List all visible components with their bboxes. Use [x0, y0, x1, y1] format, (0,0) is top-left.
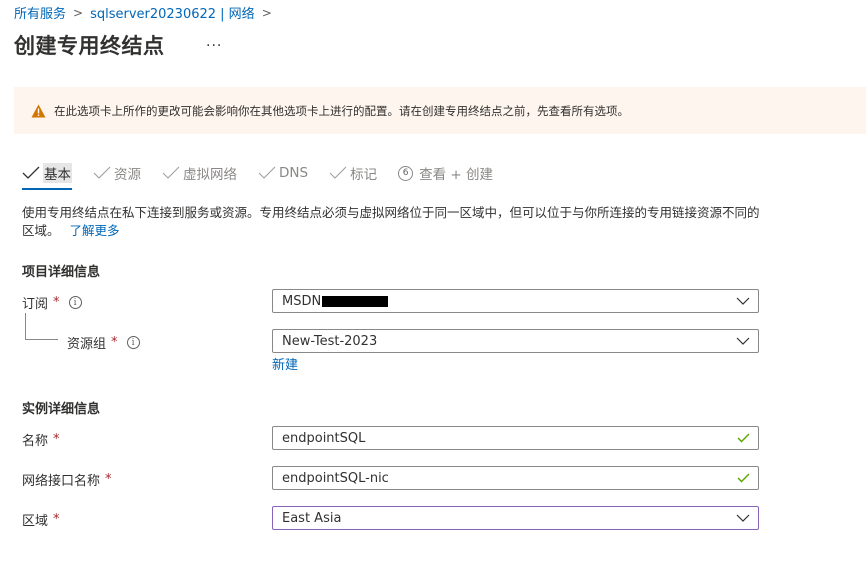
region-label: 区域 * — [22, 510, 60, 529]
region-value: East Asia — [282, 510, 342, 526]
resource-group-label-text: 资源组 — [67, 337, 107, 352]
name-input[interactable]: endpointSQL — [272, 426, 759, 450]
name-label: 名称 * — [22, 430, 60, 449]
nic-name-value: endpointSQL-nic — [282, 470, 389, 486]
chevron-down-icon — [736, 514, 750, 522]
tab-label: 虚拟网络 — [183, 167, 237, 183]
tree-connector — [25, 313, 58, 340]
chevron-down-icon — [736, 337, 750, 345]
tab-basics[interactable]: 基本 — [22, 161, 72, 190]
instance-details-heading: 实例详细信息 — [22, 402, 101, 417]
tab-label: 基本 — [43, 163, 72, 183]
tab-tags[interactable]: 标记 — [329, 161, 377, 185]
nic-name-label: 网络接口名称 * — [22, 470, 112, 489]
tab-label: 资源 — [114, 167, 141, 183]
description: 使用专用终结点在私下连接到服务或资源。专用终结点必须与虚拟网络位于同一区域中，但… — [22, 204, 767, 240]
resource-group-label: 资源组 * i — [67, 333, 140, 352]
info-icon[interactable]: i — [126, 336, 140, 349]
description-text: 使用专用终结点在私下连接到服务或资源。专用终结点必须与虚拟网络位于同一区域中，但… — [22, 205, 760, 238]
required-marker: * — [53, 512, 60, 527]
chevron-right-icon: > — [73, 5, 84, 20]
region-label-text: 区域 — [22, 514, 49, 529]
resource-group-value: New-Test-2023 — [282, 333, 378, 349]
chevron-right-icon: > — [261, 5, 272, 20]
region-select[interactable]: East Asia — [272, 506, 759, 530]
checkmark-icon — [329, 166, 347, 179]
resource-group-select[interactable]: New-Test-2023 — [272, 329, 759, 353]
tab-review-create[interactable]: 6 查看 + 创建 — [398, 161, 493, 185]
learn-more-link[interactable]: 了解更多 — [70, 223, 120, 238]
step-number-icon: 6 — [398, 165, 414, 181]
nic-name-input[interactable]: endpointSQL-nic — [272, 466, 759, 490]
warning-text: 在此选项卡上所作的更改可能会影响你在其他选项卡上进行的配置。请在创建专用终结点之… — [54, 103, 629, 118]
project-details-heading: 项目详细信息 — [22, 265, 101, 280]
tab-label: 标记 — [350, 167, 378, 183]
tab-virtual-network[interactable]: 虚拟网络 — [162, 161, 237, 185]
create-new-resource-group-link[interactable]: 新建 — [272, 354, 298, 373]
checkmark-icon — [162, 166, 180, 179]
nic-name-label-text: 网络接口名称 — [22, 474, 101, 489]
tab-label: DNS — [279, 165, 309, 181]
wizard-tabs: 基本 资源 虚拟网络 DNS 标记 6 查看 + 创建 — [22, 161, 514, 191]
chevron-down-icon — [736, 297, 750, 305]
subscription-label: 订阅 * i — [22, 293, 82, 312]
valid-check-icon — [737, 473, 750, 483]
tab-dns[interactable]: DNS — [258, 161, 308, 185]
subscription-label-text: 订阅 — [22, 297, 49, 312]
tab-resource[interactable]: 资源 — [93, 161, 141, 185]
subscription-value: MSDN — [282, 293, 322, 309]
breadcrumb-sqlserver-network[interactable]: sqlserver20230622 | 网络 — [90, 3, 255, 22]
breadcrumb-all-services[interactable]: 所有服务 — [14, 3, 66, 22]
checkmark-icon — [258, 166, 276, 179]
checkmark-icon — [93, 166, 111, 179]
page-title: 创建专用终结点 — [14, 34, 165, 58]
name-value: endpointSQL — [282, 430, 366, 446]
valid-check-icon — [737, 433, 750, 443]
checkmark-icon — [22, 166, 40, 179]
info-icon[interactable]: i — [68, 296, 82, 309]
required-marker: * — [111, 335, 118, 350]
name-label-text: 名称 — [22, 434, 49, 449]
required-marker: * — [105, 472, 112, 487]
warning-banner: 在此选项卡上所作的更改可能会影响你在其他选项卡上进行的配置。请在创建专用终结点之… — [14, 87, 866, 134]
required-marker: * — [53, 295, 60, 310]
more-options-button[interactable]: ... — [206, 34, 222, 50]
warning-icon — [31, 104, 46, 117]
required-marker: * — [53, 432, 60, 447]
tab-label: 查看 + 创建 — [419, 167, 493, 183]
subscription-select[interactable]: MSDN — [272, 289, 759, 313]
breadcrumb: 所有服务 > sqlserver20230622 | 网络 > — [14, 3, 279, 23]
redacted-block — [322, 295, 389, 307]
